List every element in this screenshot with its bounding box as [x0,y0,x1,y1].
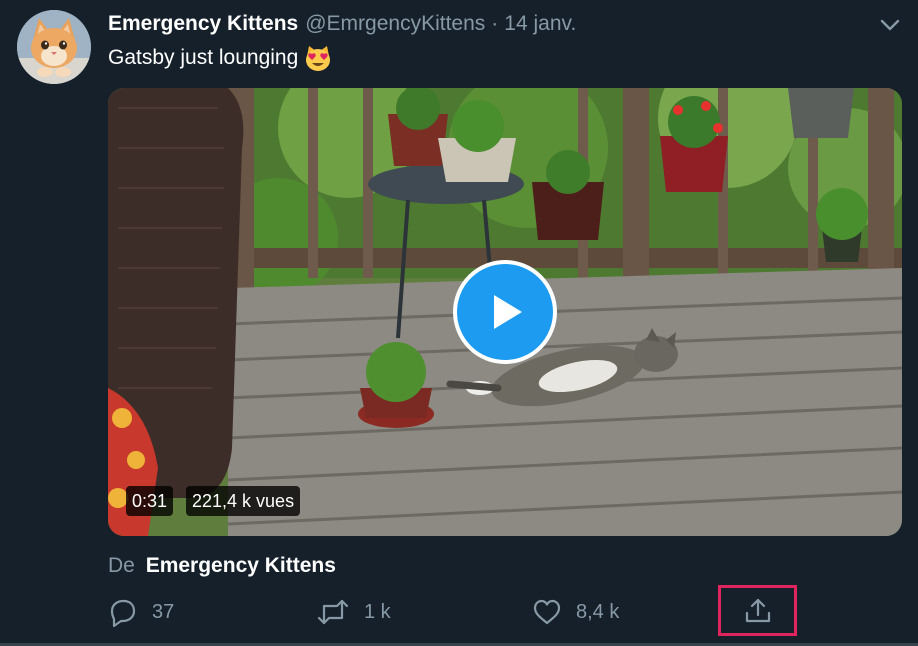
like-count: 8,4 k [576,600,620,623]
play-icon [494,295,522,329]
reply-button[interactable]: 37 [108,590,174,634]
share-button[interactable] [718,585,797,636]
source-name[interactable]: Emergency Kittens [146,554,336,577]
reply-icon [110,599,136,627]
chevron-down-icon[interactable] [878,16,902,34]
source-prefix: De [108,554,135,577]
tweet-timestamp[interactable]: 14 janv. [504,12,576,36]
tweet-header: Emergency Kittens @EmrgencyKittens · 14 … [108,12,576,38]
avatar[interactable] [17,10,91,84]
like-button[interactable]: 8,4 k [532,590,619,634]
video-source: De Emergency Kittens [108,554,336,578]
tweet-text-content: Gatsby just lounging [108,46,299,69]
separator-dot: · [491,12,499,35]
video-views-badge: 221,4 k vues [186,486,301,516]
play-button[interactable] [453,260,557,364]
retweet-count: 1 k [364,600,391,623]
heart-eyes-cat-emoji [304,44,332,72]
retweet-button[interactable]: 1 k [316,590,391,634]
retweet-icon [317,599,349,625]
tweet-text: Gatsby just lounging [108,44,332,72]
tweet-actions: 37 1 k 8,4 k [0,585,918,636]
share-icon [745,598,770,622]
video-duration-badge: 0:31 [126,486,174,516]
reply-count: 37 [152,600,175,623]
tweet[interactable]: Emergency Kittens @EmrgencyKittens · 14 … [0,0,918,646]
author-display-name[interactable]: Emergency Kittens [108,12,298,36]
kitten-avatar-image [17,10,91,84]
tweet-video[interactable]: 0:31 221,4 k vues [108,88,902,536]
author-handle[interactable]: @EmrgencyKittens [305,12,485,36]
heart-icon [533,599,561,625]
